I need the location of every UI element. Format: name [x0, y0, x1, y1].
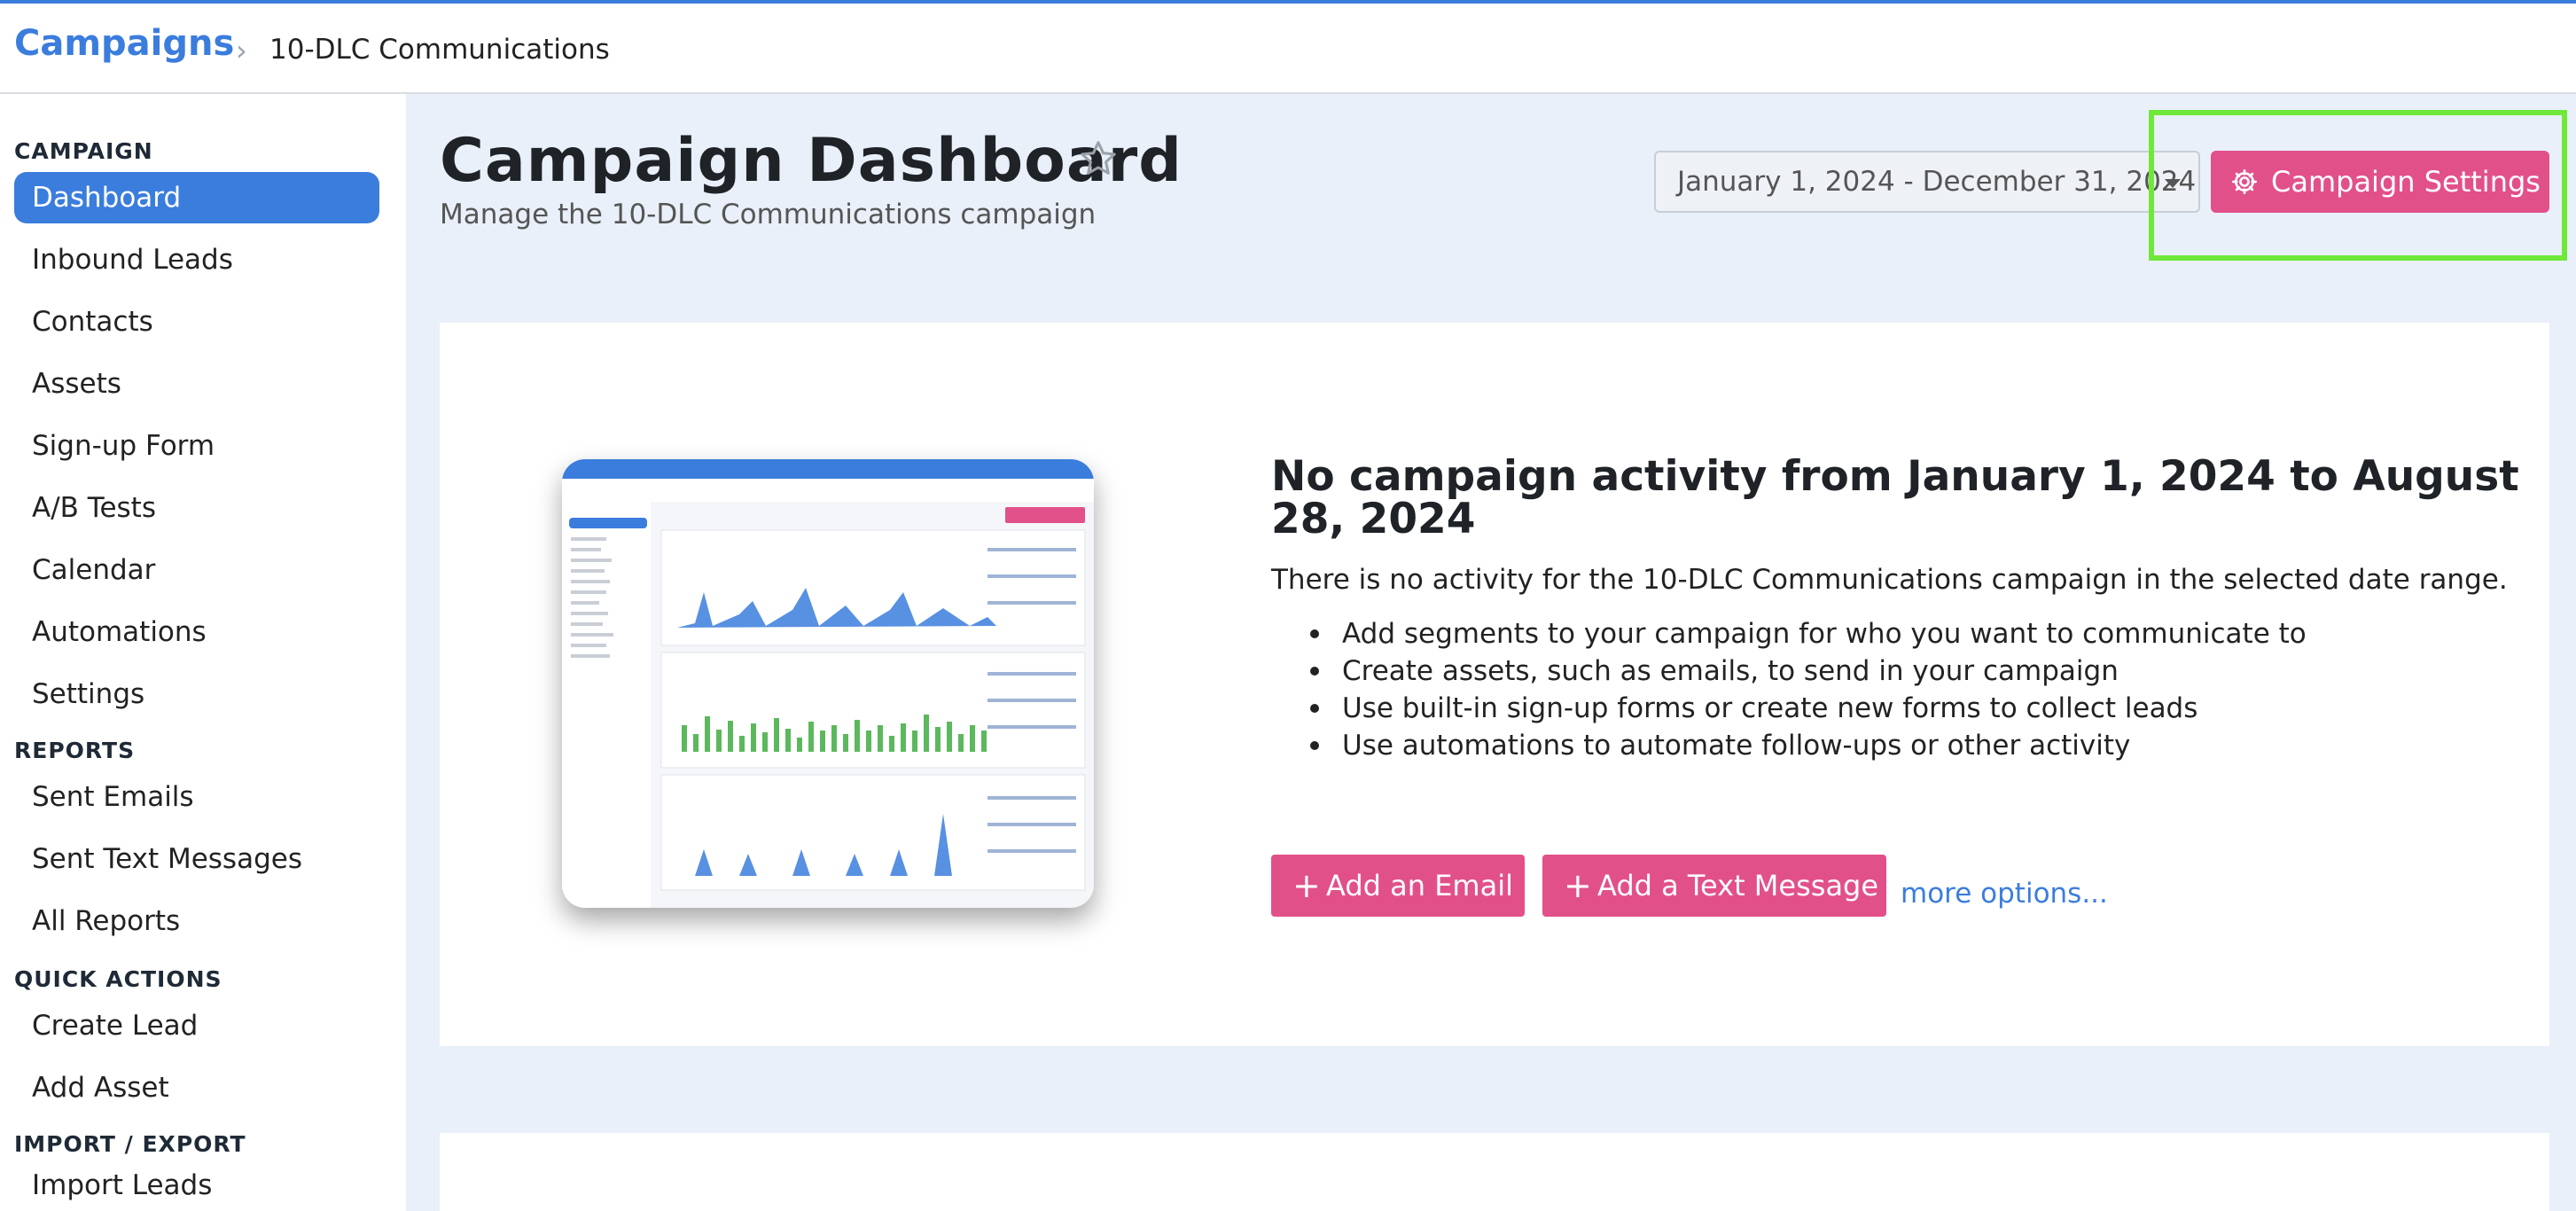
plus-icon: + — [1292, 866, 1321, 905]
breadcrumb-campaigns-link[interactable]: Campaigns — [14, 23, 234, 64]
main-content: Campaign Dashboard Manage the 10-DLC Com… — [406, 94, 2576, 1211]
stats-card — [440, 1133, 2549, 1211]
sidebar-item-all-reports[interactable]: All Reports — [14, 895, 379, 947]
date-range-picker[interactable]: January 1, 2024 - December 31, 2024 — [1654, 151, 2200, 213]
tip-item: Use built-in sign-up forms or create new… — [1271, 690, 2307, 727]
plus-icon: + — [1564, 866, 1592, 905]
sidebar-heading-quick-actions: QUICK ACTIONS — [14, 966, 222, 992]
sidebar-item-sent-text-messages[interactable]: Sent Text Messages — [14, 833, 379, 885]
page-subtitle: Manage the 10-DLC Communications campaig… — [440, 199, 1097, 230]
highlight-box — [2149, 110, 2567, 261]
top-bar: Campaigns › 10-DLC Communications — [0, 0, 2576, 94]
sidebar-item-sign-up-form[interactable]: Sign-up Form — [14, 420, 379, 472]
breadcrumb-current: 10-DLC Communications — [269, 34, 610, 66]
page-title: Campaign Dashboard — [440, 126, 1183, 196]
sidebar-item-import-leads[interactable]: Import Leads — [14, 1160, 379, 1211]
sidebar-item-ab-tests[interactable]: A/B Tests — [14, 482, 379, 534]
tip-item: Add segments to your campaign for who yo… — [1271, 615, 2307, 652]
tip-item: Use automations to automate follow-ups o… — [1271, 727, 2307, 764]
sidebar-item-calendar[interactable]: Calendar — [14, 544, 379, 596]
sidebar-item-dashboard[interactable]: Dashboard — [14, 172, 379, 223]
more-options-link[interactable]: more options... — [1901, 878, 2108, 910]
sidebar-item-contacts[interactable]: Contacts — [14, 296, 379, 348]
sidebar-item-automations[interactable]: Automations — [14, 606, 379, 658]
sidebar: CAMPAIGN Dashboard Inbound Leads Contact… — [0, 94, 406, 1211]
add-text-message-label: Add a Text Message — [1597, 869, 1879, 902]
tips-list: Add segments to your campaign for who yo… — [1271, 615, 2307, 764]
sidebar-heading-import-export: IMPORT / EXPORT — [14, 1131, 246, 1157]
tip-item: Create assets, such as emails, to send i… — [1271, 652, 2307, 690]
add-email-label: Add an Email — [1326, 869, 1513, 902]
sidebar-item-assets[interactable]: Assets — [14, 358, 379, 410]
dashboard-preview-illustration — [562, 459, 1094, 908]
add-text-message-button[interactable]: + Add a Text Message — [1542, 855, 1886, 917]
sidebar-item-add-asset[interactable]: Add Asset — [14, 1062, 379, 1113]
sidebar-item-settings[interactable]: Settings — [14, 668, 379, 720]
sidebar-heading-campaign: CAMPAIGN — [14, 138, 153, 164]
empty-state-title: No campaign activity from January 1, 202… — [1271, 452, 2519, 543]
empty-state-card: No campaign activity from January 1, 202… — [440, 323, 2549, 1046]
add-email-button[interactable]: + Add an Email — [1271, 855, 1525, 917]
sidebar-item-create-lead[interactable]: Create Lead — [14, 1000, 379, 1051]
sidebar-item-sent-emails[interactable]: Sent Emails — [14, 771, 379, 823]
favorite-star-icon[interactable] — [1078, 138, 1119, 179]
date-range-value: January 1, 2024 - December 31, 2024 — [1677, 166, 2197, 198]
breadcrumb-separator-icon: › — [236, 34, 247, 67]
sidebar-item-inbound-leads[interactable]: Inbound Leads — [14, 234, 379, 285]
dashboard-preview-image — [562, 459, 1094, 908]
empty-state-description: There is no activity for the 10-DLC Comm… — [1271, 564, 2508, 596]
sidebar-heading-reports: REPORTS — [14, 738, 136, 763]
